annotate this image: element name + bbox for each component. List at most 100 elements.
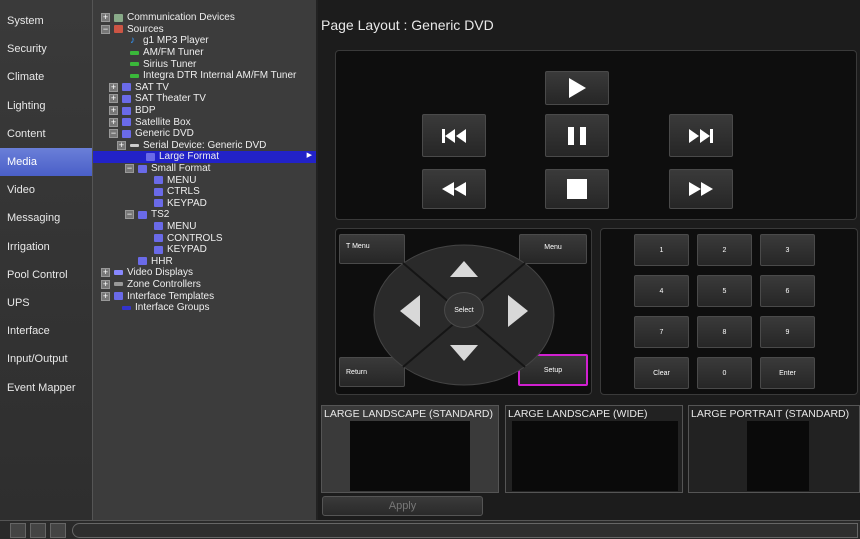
expand-icon[interactable]: + [109, 94, 118, 104]
dpad-down-button[interactable] [450, 345, 478, 364]
keypad-9-button[interactable]: 9 [760, 316, 815, 348]
tree-item[interactable]: ♪ g1 MP3 Player [93, 35, 316, 47]
tree-item[interactable]: Integra DTR Internal AM/FM Tuner [93, 70, 316, 82]
keypad-4-button[interactable]: 4 [634, 275, 689, 307]
nav-item-interface[interactable]: Interface [0, 317, 92, 345]
tree-item[interactable]: Sirius Tuner [93, 58, 316, 70]
tree-item[interactable]: + BDP [93, 105, 316, 117]
keypad-3-button[interactable]: 3 [760, 234, 815, 266]
expand-icon[interactable]: + [117, 140, 126, 150]
previous-track-button[interactable] [422, 114, 486, 157]
expand-icon[interactable]: + [109, 82, 118, 92]
tree-item[interactable]: + Serial Device: Generic DVD [93, 140, 316, 152]
tree-item-label: Serial Device: Generic DVD [143, 139, 267, 151]
thumb-large-portrait-standard[interactable]: LARGE PORTRAIT (STANDARD) [688, 405, 860, 493]
rewind-button[interactable] [422, 169, 486, 209]
pause-button[interactable] [545, 114, 609, 157]
nav-item-video[interactable]: Video [0, 176, 92, 204]
expand-icon[interactable]: + [109, 117, 118, 127]
tree-item[interactable]: HHR [93, 255, 316, 267]
tree-item-label: Integra DTR Internal AM/FM Tuner [143, 70, 297, 82]
tree-item[interactable]: Large Format ▶ [93, 151, 316, 163]
nav-item-irrigation[interactable]: Irrigation [0, 233, 92, 261]
collapse-icon[interactable]: − [125, 164, 134, 174]
keypad-2-button[interactable]: 2 [697, 234, 752, 266]
tree-item[interactable]: + Communication Devices [93, 12, 316, 24]
tree-item[interactable]: MENU [93, 174, 316, 186]
keypad-clear-button[interactable]: Clear [634, 357, 689, 389]
expand-icon[interactable]: + [109, 106, 118, 116]
tree-item[interactable]: CTRLS [93, 186, 316, 198]
nav-item-input-output[interactable]: Input/Output [0, 345, 92, 373]
tree-item[interactable]: KEYPAD [93, 244, 316, 256]
nav-item-ups[interactable]: UPS [0, 289, 92, 317]
tree-item[interactable]: + SAT Theater TV [93, 93, 316, 105]
status-bar [0, 520, 860, 539]
tree-item[interactable]: KEYPAD [93, 198, 316, 210]
tree-item[interactable]: − TS2 [93, 209, 316, 221]
tree-item[interactable]: − Small Format [93, 163, 316, 175]
nav-item-event-mapper[interactable]: Event Mapper [0, 373, 92, 401]
status-field [72, 523, 858, 538]
dpad-up-button[interactable] [450, 261, 478, 280]
nav-item-media[interactable]: Media [0, 147, 92, 177]
expand-icon[interactable]: + [101, 13, 110, 23]
tree-item-label: SAT TV [135, 81, 169, 93]
tree-item[interactable]: + Interface Templates [93, 290, 316, 302]
expand-icon[interactable]: + [101, 291, 110, 301]
keypad-6-button[interactable]: 6 [760, 275, 815, 307]
tree-item-label: Interface Templates [127, 290, 215, 302]
tree-item[interactable]: MENU [93, 221, 316, 233]
tree-item[interactable]: AM/FM Tuner [93, 47, 316, 59]
expand-icon[interactable]: + [101, 279, 110, 289]
nav-item-lighting[interactable]: Lighting [0, 92, 92, 120]
nav-item-messaging[interactable]: Messaging [0, 204, 92, 232]
tree-item-label: Sources [127, 23, 164, 35]
keypad-8-button[interactable]: 8 [697, 316, 752, 348]
tree-item-label: CONTROLS [167, 232, 223, 244]
thumb-large-landscape-standard[interactable]: LARGE LANDSCAPE (STANDARD) [321, 405, 499, 493]
nav-item-system[interactable]: System [0, 7, 92, 35]
tree-item[interactable]: + Zone Controllers [93, 279, 316, 291]
grp-icon [122, 305, 131, 310]
expand-icon[interactable]: + [101, 268, 110, 278]
collapse-icon[interactable]: − [125, 210, 134, 220]
tree-item[interactable]: CONTROLS [93, 232, 316, 244]
stop-button[interactable] [545, 169, 609, 209]
doc-icon [122, 118, 131, 127]
tree-item[interactable]: − Sources [93, 24, 316, 36]
keypad-7-button[interactable]: 7 [634, 316, 689, 348]
nav-item-pool-control[interactable]: Pool Control [0, 261, 92, 289]
rewind-icon [442, 182, 466, 196]
fast-forward-button[interactable] [669, 169, 733, 209]
select-button[interactable]: Select [444, 292, 484, 328]
nav-item-climate[interactable]: Climate [0, 63, 92, 91]
thumb-large-landscape-wide[interactable]: LARGE LANDSCAPE (WIDE) [505, 405, 683, 493]
keypad-enter-button[interactable]: Enter [760, 357, 815, 389]
nav-item-content[interactable]: Content [0, 120, 92, 148]
tree-item[interactable]: + Satellite Box [93, 116, 316, 128]
doc-icon [154, 222, 163, 231]
arrow-left-icon [400, 295, 420, 327]
tree-item-label: SAT Theater TV [135, 93, 206, 105]
keypad-1-button[interactable]: 1 [634, 234, 689, 266]
dpad-right-button[interactable] [508, 295, 528, 330]
transport-panel [335, 50, 857, 220]
tree-item[interactable]: + SAT TV [93, 82, 316, 94]
dpad-left-button[interactable] [400, 295, 420, 330]
keypad-0-button[interactable]: 0 [697, 357, 752, 389]
collapse-icon[interactable]: − [109, 129, 118, 139]
apply-button[interactable]: Apply [322, 496, 483, 516]
next-track-button[interactable] [669, 114, 733, 157]
collapse-icon[interactable]: − [101, 24, 110, 34]
ser-icon [130, 143, 139, 147]
tree-item[interactable]: − Generic DVD [93, 128, 316, 140]
green-icon [130, 73, 139, 78]
tree-item[interactable]: + Video Displays [93, 267, 316, 279]
keypad-5-button[interactable]: 5 [697, 275, 752, 307]
tree-item[interactable]: Interface Groups [93, 302, 316, 314]
keypad-panel: 1 2 3 4 5 6 7 8 9 Clear 0 Enter [600, 228, 858, 395]
thumb-preview [512, 421, 678, 491]
nav-item-security[interactable]: Security [0, 35, 92, 63]
play-button[interactable] [545, 71, 609, 105]
